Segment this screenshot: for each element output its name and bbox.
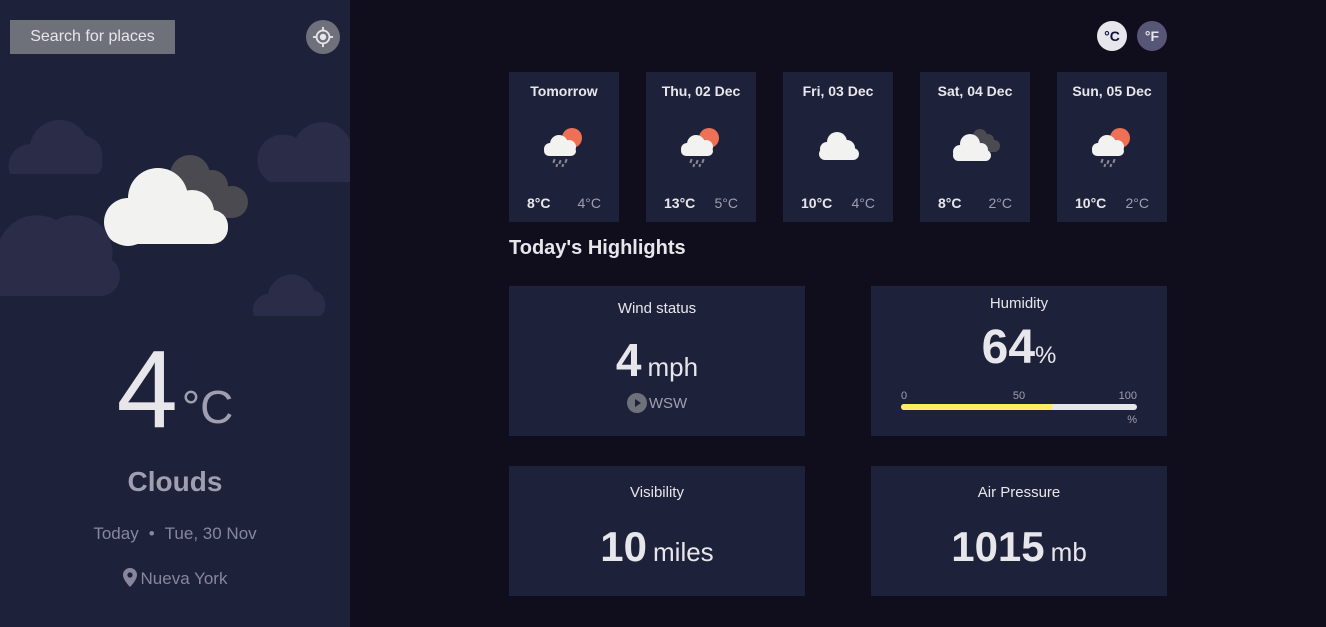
humidity-value: 64 — [981, 321, 1036, 374]
date-value: Tue, 30 Nov — [164, 524, 257, 543]
humidity-unit: % — [1035, 342, 1057, 369]
forecast-min-temp: 2°C — [1125, 195, 1150, 211]
date-prefix: Today — [93, 524, 139, 543]
visibility-unit: miles — [653, 537, 714, 567]
humidity-scale: 0 50 100 — [901, 390, 1137, 404]
forecast-min-temp: 4°C — [577, 195, 602, 211]
forecast-min-temp: 4°C — [851, 195, 876, 211]
scale-unit: % — [1127, 414, 1137, 426]
search-places-button[interactable]: Search for places — [10, 20, 175, 54]
forecast-min-temp: 5°C — [714, 195, 739, 211]
wind-value: 4 — [615, 334, 642, 386]
light-rain-icon — [681, 128, 719, 168]
humidity-value-row: 64% — [871, 320, 1167, 375]
gps-crosshair-icon — [312, 26, 334, 48]
humidity-bar-fill — [901, 404, 1053, 410]
forecast-day: Thu, 02 Dec — [661, 83, 741, 99]
wind-label: Wind status — [617, 300, 697, 317]
wind-direction-icon — [626, 393, 647, 413]
forecast-card: Sun, 05 Dec 10°C 2°C — [1057, 72, 1167, 222]
forecast-max-temp: 10°C — [801, 195, 833, 211]
scale-min: 0 — [901, 390, 908, 402]
temperature-unit: °C — [181, 381, 234, 433]
forecast-day: Sun, 05 Dec — [1072, 83, 1152, 99]
forecast-max-temp: 8°C — [938, 195, 962, 211]
celsius-toggle-button[interactable]: °C — [1097, 21, 1127, 51]
light-rain-icon — [544, 128, 582, 168]
wind-direction-text: WSW — [648, 395, 688, 412]
heavy-cloud-icon — [953, 129, 1000, 161]
visibility-value-row: 10 miles — [509, 523, 805, 571]
light-cloud-icon — [819, 132, 859, 160]
forecast-day: Fri, 03 Dec — [802, 83, 874, 99]
fahrenheit-toggle-button[interactable]: °F — [1137, 21, 1167, 51]
forecast-card: Fri, 03 Dec 10°C 4°C — [783, 72, 893, 222]
location-name: Nueva York — [140, 569, 228, 588]
air-pressure-card: Air Pressure 1015 mb — [871, 466, 1167, 596]
sidebar: Search for places 4°C Clouds Today • Tue… — [0, 0, 350, 627]
humidity-bar: 0 50 100 % — [901, 390, 1137, 426]
wind-value-row: 4 mph — [509, 333, 805, 387]
pressure-value: 1015 — [951, 523, 1045, 570]
current-location-button[interactable] — [306, 20, 340, 54]
forecast-max-temp: 8°C — [527, 195, 551, 211]
wind-unit: mph — [647, 352, 699, 382]
pressure-label: Air Pressure — [977, 484, 1061, 501]
humidity-label: Humidity — [989, 295, 1049, 312]
pressure-unit: mb — [1050, 537, 1087, 567]
current-temperature: 4°C — [0, 335, 350, 445]
date-separator: • — [148, 524, 155, 543]
pressure-value-row: 1015 mb — [871, 523, 1167, 571]
weather-condition: Clouds — [127, 466, 223, 497]
scale-mid: 50 — [1012, 390, 1026, 402]
wind-status-card: Wind status 4 mph WSW — [509, 286, 805, 436]
current-weather-cloud-icon — [104, 155, 248, 246]
visibility-card: Visibility 10 miles — [509, 466, 805, 596]
light-rain-icon — [1092, 128, 1130, 168]
wind-direction: WSW — [509, 393, 805, 413]
visibility-label: Visibility — [630, 484, 684, 501]
humidity-card: Humidity 64% 0 50 100 % — [871, 286, 1167, 436]
current-location: Nueva York — [0, 568, 350, 589]
forecast-max-temp: 10°C — [1075, 195, 1107, 211]
scale-max: 100 — [1118, 390, 1137, 402]
forecast-card: Thu, 02 Dec 13°C 5°C — [646, 72, 756, 222]
current-date: Today • Tue, 30 Nov — [0, 524, 350, 544]
temperature-value: 4 — [116, 328, 178, 451]
forecast-day: Tomorrow — [530, 83, 598, 99]
location-pin-icon — [122, 568, 137, 587]
highlights-title: Today's Highlights — [509, 237, 686, 259]
visibility-value: 10 — [600, 523, 648, 570]
forecast-max-temp: 13°C — [664, 195, 696, 211]
forecast-min-temp: 2°C — [988, 195, 1013, 211]
humidity-bar-track — [901, 404, 1137, 410]
forecast-day: Sat, 04 Dec — [937, 83, 1013, 99]
forecast-card: Tomorrow 8°C 4°C — [509, 72, 619, 222]
forecast-card: Sat, 04 Dec 8°C 2°C — [920, 72, 1030, 222]
